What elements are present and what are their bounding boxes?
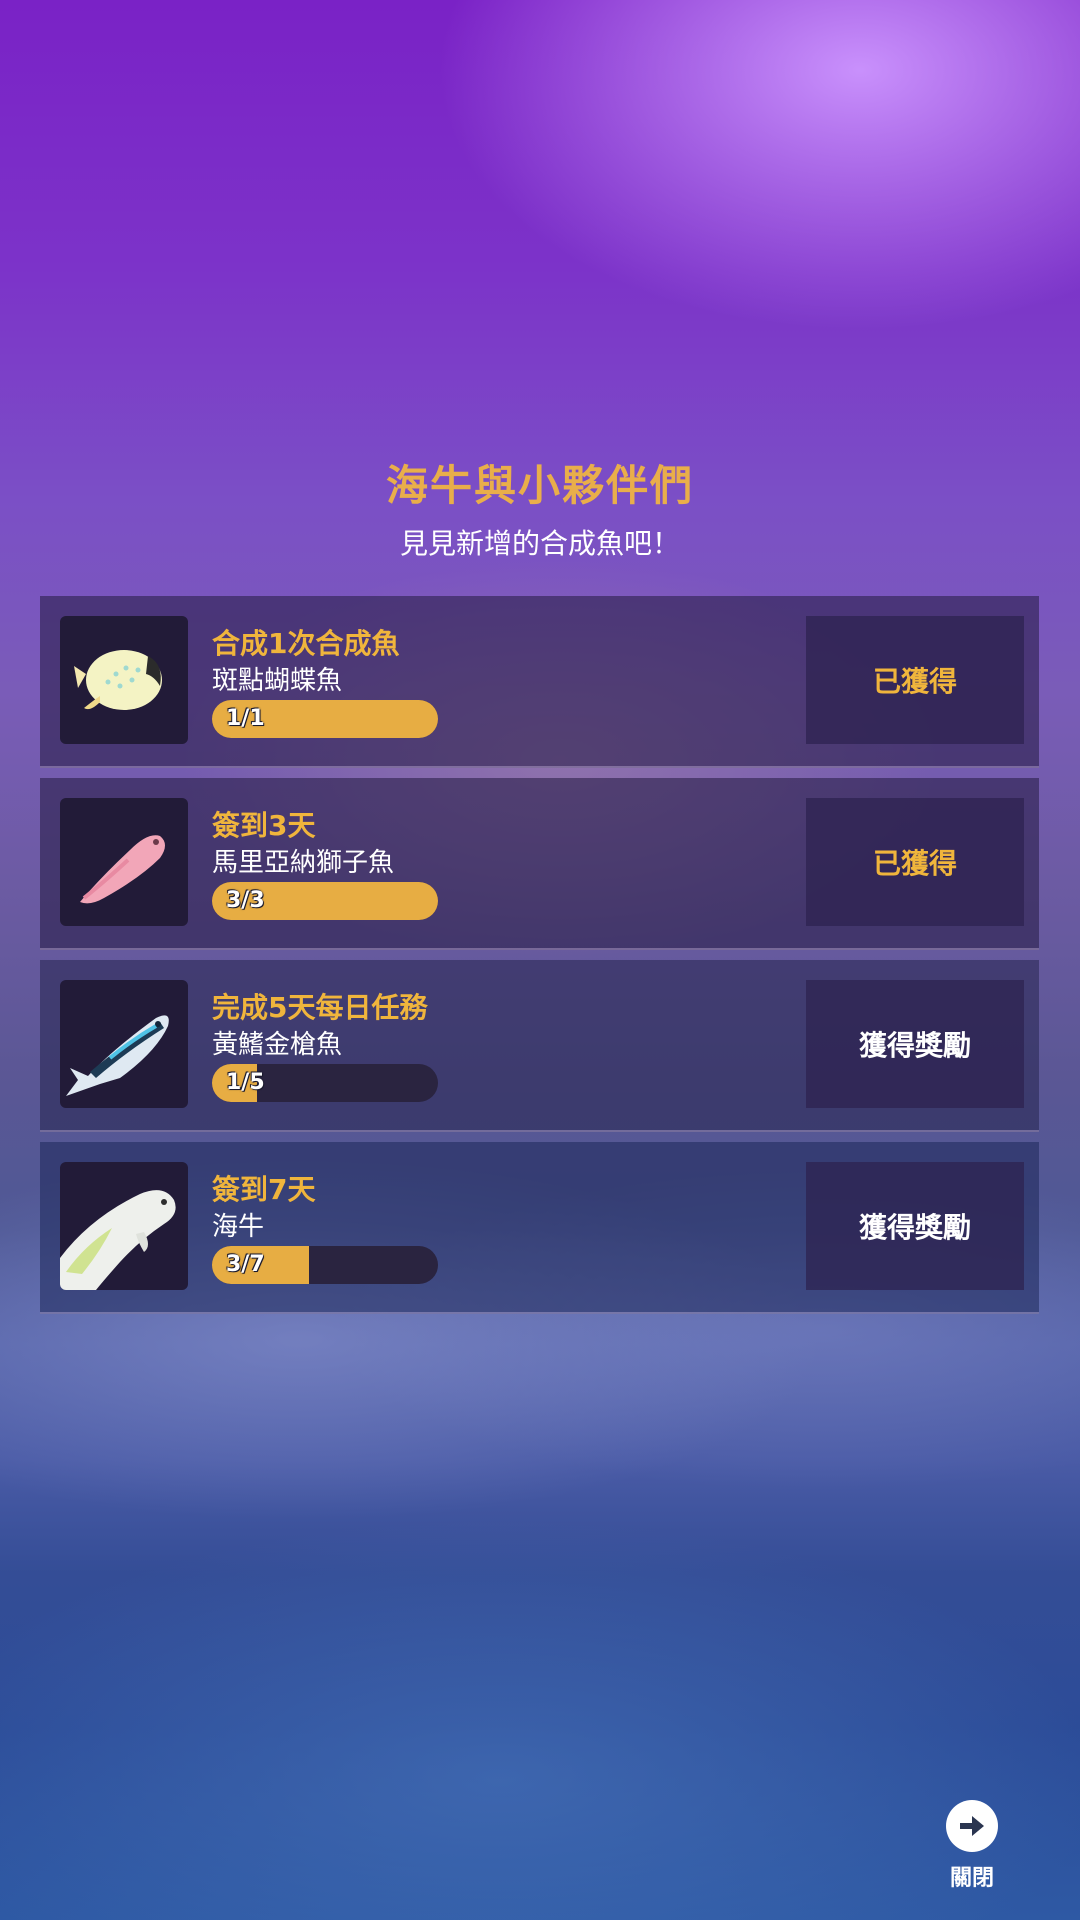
- progress-bar: 1/5: [212, 1064, 438, 1102]
- reward-row: 完成5天每日任務 黃鰭金槍魚 1/5 獲得獎勵: [40, 960, 1039, 1132]
- progress-bar: 3/3: [212, 882, 438, 920]
- progress-bar: 3/7: [212, 1246, 438, 1284]
- close-label: 關閉: [949, 1866, 994, 1891]
- spotted-butterflyfish-icon: [60, 616, 188, 744]
- fish-name: 馬里亞納獅子魚: [212, 848, 395, 878]
- claim-reward-button[interactable]: 獲得獎勵: [806, 980, 1024, 1108]
- manatee-icon: [60, 1162, 188, 1290]
- reward-row: 簽到7天 海牛 3/7 獲得獎勵: [40, 1142, 1039, 1314]
- progress-text: 3/3: [226, 888, 265, 913]
- yellowfin-tuna-icon: [60, 980, 188, 1108]
- progress-text: 1/5: [226, 1070, 265, 1095]
- task-label: 簽到7天: [212, 1173, 316, 1206]
- page-title: 海牛與小夥伴們: [385, 461, 694, 510]
- arrow-right-icon: [946, 1800, 998, 1852]
- task-label: 完成5天每日任務: [212, 991, 428, 1024]
- claimed-button[interactable]: 已獲得: [806, 798, 1024, 926]
- reward-row: 簽到3天 馬里亞納獅子魚 3/3 已獲得: [40, 778, 1039, 950]
- claim-reward-button[interactable]: 獲得獎勵: [806, 1162, 1024, 1290]
- progress-text: 3/7: [226, 1252, 265, 1277]
- page-subtitle: 見見新增的合成魚吧！: [399, 527, 680, 560]
- fish-name: 黃鰭金槍魚: [212, 1030, 343, 1060]
- reward-row: 合成1次合成魚 斑點蝴蝶魚 1/1 已獲得: [40, 596, 1039, 768]
- claimed-button[interactable]: 已獲得: [806, 616, 1024, 744]
- fish-name: 斑點蝴蝶魚: [212, 666, 343, 696]
- progress-bar: 1/1: [212, 700, 438, 738]
- close-button[interactable]: 關閉: [940, 1800, 1004, 1892]
- task-label: 簽到3天: [212, 809, 316, 842]
- reward-list: 合成1次合成魚 斑點蝴蝶魚 1/1 已獲得 簽到3天 馬里亞納獅子魚 3/3 已…: [40, 596, 1039, 1324]
- fish-name: 海牛: [212, 1212, 265, 1242]
- mariana-snailfish-icon: [60, 798, 188, 926]
- progress-text: 1/1: [226, 706, 265, 731]
- task-label: 合成1次合成魚: [212, 627, 400, 660]
